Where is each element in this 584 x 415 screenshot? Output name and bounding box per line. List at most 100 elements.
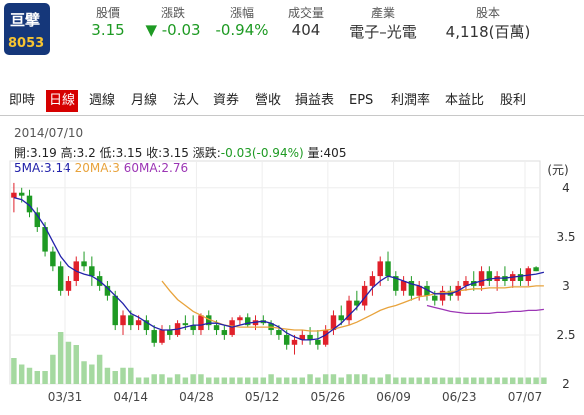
close-value: 收:3.15 bbox=[146, 146, 189, 160]
candle-body bbox=[322, 330, 329, 345]
volume-bar bbox=[198, 374, 204, 384]
x-tick-label: 05/12 bbox=[245, 390, 280, 404]
volume-bar bbox=[143, 377, 150, 384]
volume-bar bbox=[330, 374, 337, 384]
y-tick-label: 3 bbox=[562, 279, 570, 293]
volume-bar bbox=[509, 377, 516, 384]
y-tick-label: 3.5 bbox=[556, 230, 575, 244]
volume-bar bbox=[533, 377, 539, 384]
price-column: 股價 3.15 bbox=[86, 4, 130, 39]
volume-bar bbox=[307, 374, 313, 384]
change-column: 漲跌 ▼ -0.03 bbox=[140, 4, 206, 39]
tab-institutional[interactable]: 法人 bbox=[170, 90, 202, 112]
open-value: 開:3.19 bbox=[14, 146, 57, 160]
volume-bar bbox=[283, 377, 290, 384]
volume-bar bbox=[237, 377, 243, 384]
tab-income-statement[interactable]: 損益表 bbox=[292, 90, 337, 112]
tab-dividend[interactable]: 股利 bbox=[497, 90, 529, 112]
volume-bar bbox=[42, 371, 48, 384]
volume-bar bbox=[65, 341, 72, 384]
volume-bar bbox=[276, 377, 282, 384]
x-tick-label: 03/31 bbox=[48, 390, 83, 404]
volume-column: 成交量 404 bbox=[280, 4, 332, 39]
chart-date: 2014/07/10 bbox=[14, 126, 84, 140]
volume-bar bbox=[541, 377, 547, 384]
volume-bar bbox=[120, 367, 126, 384]
volume-bar bbox=[377, 377, 383, 384]
candle-body bbox=[135, 320, 142, 326]
candle-body bbox=[50, 251, 56, 267]
volume-bar bbox=[338, 377, 344, 384]
volume-bar bbox=[517, 377, 524, 384]
candlestick-chart: 03/31 04/14 04/28 05/12 05/26 06/09 06/23 07/07… bbox=[9, 160, 576, 404]
volume-bar bbox=[361, 374, 368, 384]
price-label: 股價 bbox=[95, 6, 120, 20]
candle-body bbox=[128, 315, 134, 326]
candle-body bbox=[276, 330, 282, 335]
candle-body bbox=[517, 274, 524, 281]
candle-body bbox=[151, 330, 157, 343]
candle-body bbox=[369, 276, 376, 286]
tab-profit-margin[interactable]: 利潤率 bbox=[388, 90, 433, 112]
capital-label: 股本 bbox=[475, 6, 500, 20]
tab-margin[interactable]: 資券 bbox=[210, 90, 242, 112]
volume-bar bbox=[167, 377, 173, 384]
volume-bar bbox=[206, 377, 212, 384]
volume-bar bbox=[369, 377, 376, 384]
candle-body bbox=[385, 261, 391, 277]
capital-value: 4,118(百萬) bbox=[445, 23, 531, 41]
tab-daily[interactable]: 日線 bbox=[46, 90, 79, 112]
volume-bar bbox=[299, 377, 306, 384]
candle-body bbox=[18, 192, 25, 196]
volume-bar bbox=[400, 377, 407, 384]
tab-bar: 即時 日線 週線 月線 法人 資券 營收 損益表 EPS 利潤率 本益比 股利 bbox=[0, 85, 584, 116]
volume-bar bbox=[346, 374, 352, 384]
volume-bar bbox=[190, 374, 196, 384]
candle-body bbox=[159, 330, 165, 343]
tab-weekly[interactable]: 週線 bbox=[86, 90, 118, 112]
tab-monthly[interactable]: 月線 bbox=[128, 90, 160, 112]
industry-value: 電子–光電 bbox=[349, 23, 417, 41]
candle-body bbox=[182, 323, 189, 326]
y-tick-label: 4 bbox=[562, 181, 570, 195]
candle-body bbox=[338, 315, 344, 321]
change-value: -0.03(-0.94%) bbox=[220, 146, 304, 160]
industry-label: 產業 bbox=[370, 6, 395, 20]
capital-column: 股本 4,118(百萬) bbox=[436, 4, 540, 42]
tab-pe-ratio[interactable]: 本益比 bbox=[442, 90, 487, 112]
volume-bar bbox=[463, 377, 469, 384]
tab-eps[interactable]: EPS bbox=[346, 90, 376, 112]
candle-body bbox=[112, 295, 118, 326]
change-value: ▼ -0.03 bbox=[145, 21, 201, 39]
volume-label: 成交量 bbox=[287, 6, 324, 20]
candle-body bbox=[81, 261, 87, 267]
candle-body bbox=[315, 339, 321, 345]
candle-body bbox=[57, 266, 64, 291]
volume-bar bbox=[322, 374, 329, 384]
x-tick-label: 06/09 bbox=[376, 390, 411, 404]
candle-body bbox=[120, 315, 126, 326]
candle-body bbox=[198, 315, 204, 331]
tab-realtime[interactable]: 即時 bbox=[6, 90, 38, 112]
candle-body bbox=[432, 295, 438, 301]
candle-body bbox=[11, 192, 17, 198]
y-tick-label: 2 bbox=[562, 377, 570, 391]
candle-body bbox=[283, 334, 290, 345]
volume-bar bbox=[26, 367, 33, 384]
volume-bar bbox=[89, 364, 95, 384]
stock-code: 8053 bbox=[8, 36, 45, 51]
volume-bar bbox=[260, 377, 267, 384]
unit-label: (元) bbox=[547, 163, 568, 177]
volume-bar bbox=[416, 377, 422, 384]
volume-bar bbox=[432, 377, 438, 384]
volume-bar bbox=[221, 377, 228, 384]
tab-revenue[interactable]: 營收 bbox=[252, 90, 284, 112]
volume-bar bbox=[315, 377, 321, 384]
y-tick-label: 2.5 bbox=[556, 328, 575, 342]
x-tick-label: 04/14 bbox=[113, 390, 148, 404]
volume-bar bbox=[486, 377, 493, 384]
volume-bar bbox=[174, 374, 181, 384]
volume-bar bbox=[354, 374, 360, 384]
volume-bar bbox=[229, 377, 235, 384]
volume-bar bbox=[455, 377, 461, 384]
